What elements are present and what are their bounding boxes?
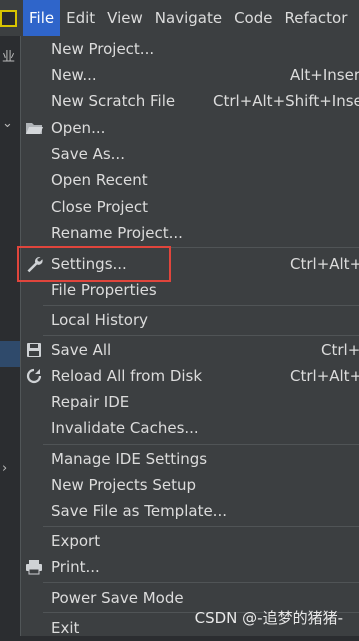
menu-item-export[interactable]: Export bbox=[21, 528, 359, 554]
menu-item-reload-all[interactable]: Reload All from Disk Ctrl+Alt+Y bbox=[21, 363, 359, 389]
menu-item-label: Close Project bbox=[51, 198, 148, 216]
menu-item-label: Open Recent bbox=[51, 171, 148, 189]
menu-item-open-recent[interactable]: Open Recent bbox=[21, 167, 359, 193]
menu-item-shortcut: Alt+Insert bbox=[290, 66, 359, 84]
app-logo bbox=[0, 9, 17, 27]
menu-item-shortcut: Ctrl+Alt+S bbox=[290, 255, 359, 273]
menu-item-label: Open... bbox=[51, 119, 106, 137]
folder-icon bbox=[24, 118, 44, 138]
watermark: CSDN @-追梦的猪猪- bbox=[194, 609, 343, 627]
menu-item-shortcut: Ctrl+Alt+Shift+Insert bbox=[213, 92, 359, 110]
menu-item-label: Reload All from Disk bbox=[51, 367, 203, 385]
menu-separator bbox=[43, 444, 359, 445]
selected-row bbox=[0, 341, 20, 367]
menu-item-label: Save All bbox=[51, 341, 112, 359]
chevron-right-icon[interactable]: › bbox=[2, 461, 7, 476]
menu-item-manage-ide-settings[interactable]: Manage IDE Settings bbox=[21, 446, 359, 472]
chevron-down-icon[interactable]: ⌄ bbox=[2, 116, 13, 131]
menu-item-label: Exit bbox=[51, 619, 80, 637]
menu-item-label: New Projects Setup bbox=[51, 476, 197, 494]
menu-item-label: Invalidate Caches... bbox=[51, 419, 199, 437]
menu-separator bbox=[43, 305, 359, 306]
menu-code[interactable]: Code bbox=[228, 0, 278, 36]
menu-item-label: Repair IDE bbox=[51, 393, 130, 411]
menu-navigate[interactable]: Navigate bbox=[149, 0, 228, 36]
menu-item-save-as[interactable]: Save As... bbox=[21, 141, 359, 167]
menu-item-close-project[interactable]: Close Project bbox=[21, 194, 359, 220]
menu-bar: File Edit View Navigate Code Refactor bbox=[0, 0, 359, 37]
menu-item-local-history[interactable]: Local History bbox=[21, 307, 359, 333]
menu-item-save-all[interactable]: Save All Ctrl+S bbox=[21, 337, 359, 363]
menu-item-repair-ide[interactable]: Repair IDE bbox=[21, 389, 359, 415]
menu-item-label: Save As... bbox=[51, 145, 125, 163]
menu-separator bbox=[43, 582, 359, 583]
menu-refactor[interactable]: Refactor bbox=[278, 0, 353, 36]
menu-item-label: New... bbox=[51, 66, 97, 84]
save-icon bbox=[24, 340, 44, 360]
menu-item-label: File Properties bbox=[51, 281, 157, 299]
menu-item-rename-project[interactable]: Rename Project... bbox=[21, 220, 359, 246]
menu-item-file-properties[interactable]: File Properties bbox=[21, 277, 359, 303]
menu-item-print[interactable]: Print... bbox=[21, 554, 359, 580]
menu-item-new-scratch-file[interactable]: New Scratch File Ctrl+Alt+Shift+Insert bbox=[21, 88, 359, 114]
menu-edit[interactable]: Edit bbox=[60, 0, 101, 36]
menu-item-label: Export bbox=[51, 532, 101, 550]
menu-item-label: New Project... bbox=[51, 40, 155, 58]
panel-glyph: 业 bbox=[2, 50, 16, 65]
print-icon bbox=[24, 557, 44, 577]
menu-item-shortcut: Ctrl+S bbox=[321, 341, 359, 359]
menu-item-shortcut: Ctrl+Alt+Y bbox=[290, 367, 359, 385]
menu-item-label: New Scratch File bbox=[51, 92, 176, 110]
menu-item-label: Print... bbox=[51, 558, 100, 576]
project-panel-edge: 业 ⌄ › bbox=[0, 36, 20, 636]
menu-item-save-file-as-template[interactable]: Save File as Template... bbox=[21, 498, 359, 524]
menu-item-invalidate-caches[interactable]: Invalidate Caches... bbox=[21, 415, 359, 441]
menu-item-open[interactable]: Open... bbox=[21, 115, 359, 141]
menu-item-new[interactable]: New... Alt+Insert bbox=[21, 62, 359, 88]
menu-item-label: Rename Project... bbox=[51, 224, 183, 242]
menu-file[interactable]: File bbox=[23, 0, 61, 36]
menu-item-new-projects-setup[interactable]: New Projects Setup bbox=[21, 472, 359, 498]
menu-separator bbox=[43, 335, 359, 336]
menu-item-label: Local History bbox=[51, 311, 149, 329]
menu-item-new-project[interactable]: New Project... bbox=[21, 36, 359, 62]
reload-icon bbox=[24, 366, 44, 386]
menu-item-label: Power Save Mode bbox=[51, 589, 184, 607]
file-menu-dropdown: New Project... New... Alt+Insert New Scr… bbox=[17, 36, 359, 637]
menu-item-label: Manage IDE Settings bbox=[51, 450, 208, 468]
menu-view[interactable]: View bbox=[101, 0, 149, 36]
menu-separator bbox=[43, 526, 359, 527]
menu-item-label: Save File as Template... bbox=[51, 502, 227, 520]
